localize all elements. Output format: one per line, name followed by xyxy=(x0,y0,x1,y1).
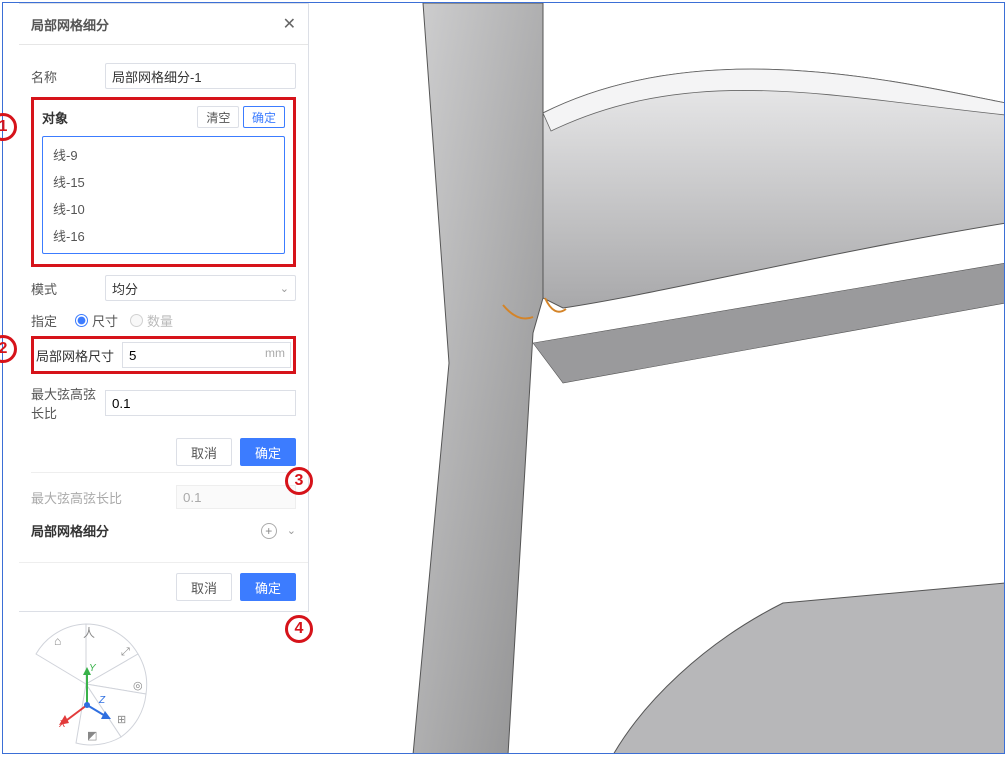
name-label: 名称 xyxy=(31,67,105,86)
chord-input[interactable] xyxy=(105,390,296,416)
specify-row: 指定 尺寸 数量 xyxy=(31,311,296,330)
object-list[interactable]: 线-9 线-15 线-10 线-16 xyxy=(42,136,285,254)
list-item[interactable]: 线-16 xyxy=(43,222,284,249)
bottom-buttons: 取消 确定 xyxy=(19,562,308,611)
sub-section-row: 局部网格细分 + ⌄ xyxy=(31,515,296,546)
chord-row: 最大弦高弦长比 xyxy=(31,384,296,422)
axis-y-label: Y xyxy=(89,663,96,674)
list-item[interactable]: 线-15 xyxy=(43,168,284,195)
mode-select[interactable]: 均分 ⌄ xyxy=(105,275,296,301)
radio-count-input xyxy=(130,314,143,327)
ghost-chord-input xyxy=(176,485,296,509)
radio-size-label: 尺寸 xyxy=(92,311,118,330)
unit-label: mm xyxy=(265,346,285,360)
chevron-down-icon[interactable]: ⌄ xyxy=(287,524,296,537)
dialog-buttons: 取消 确定 xyxy=(31,438,296,466)
local-size-row: 局部网格尺寸 mm xyxy=(36,342,291,368)
panel-title: 局部网格细分 xyxy=(31,15,109,34)
local-size-label: 局部网格尺寸 xyxy=(36,346,122,365)
annotation-4: 4 xyxy=(285,615,313,643)
panel-body: 名称 对象 清空 确定 线-9 线-15 线-10 线-16 xyxy=(19,45,308,556)
add-icon[interactable]: + xyxy=(261,523,277,539)
axis-triad: Y X Z xyxy=(59,665,129,738)
name-input[interactable] xyxy=(105,63,296,89)
object-ok-button[interactable]: 确定 xyxy=(243,106,285,128)
chevron-down-icon: ⌄ xyxy=(280,282,289,295)
mode-row: 模式 均分 ⌄ xyxy=(31,275,296,301)
ghost-chord-row: 最大弦高弦长比 xyxy=(31,479,296,515)
local-size-highlight: 局部网格尺寸 mm xyxy=(31,336,296,374)
outer-cancel-button[interactable]: 取消 xyxy=(176,573,232,601)
sub-panel: 最大弦高弦长比 局部网格细分 + ⌄ xyxy=(31,472,296,546)
cancel-button[interactable]: 取消 xyxy=(176,438,232,466)
panel-header: 局部网格细分 ✕ xyxy=(19,4,308,45)
annotation-3: 3 xyxy=(285,467,313,495)
svg-text:⌂: ⌂ xyxy=(54,634,61,648)
object-title: 对象 xyxy=(42,108,68,127)
axis-z-label: Z xyxy=(99,695,105,706)
mode-value: 均分 xyxy=(112,279,138,298)
ok-button[interactable]: 确定 xyxy=(240,438,296,466)
specify-label: 指定 xyxy=(31,311,63,330)
sub-section-title: 局部网格细分 xyxy=(31,521,109,540)
outer-ok-button[interactable]: 确定 xyxy=(240,573,296,601)
object-header: 对象 清空 确定 xyxy=(42,106,285,128)
radio-size-input[interactable] xyxy=(75,314,88,327)
list-item[interactable]: 线-10 xyxy=(43,195,284,222)
radio-count[interactable]: 数量 xyxy=(130,311,173,330)
app-window: 局部网格细分 ✕ 名称 对象 清空 确定 线-9 xyxy=(2,2,1005,754)
svg-text:◎: ◎ xyxy=(133,680,143,692)
object-section: 对象 清空 确定 线-9 线-15 线-10 线-16 xyxy=(31,97,296,267)
svg-text:⤢: ⤢ xyxy=(121,646,130,658)
radio-size[interactable]: 尺寸 xyxy=(75,311,118,330)
svg-text:人: 人 xyxy=(83,626,95,640)
close-icon[interactable]: ✕ xyxy=(283,14,296,34)
chord-label: 最大弦高弦长比 xyxy=(31,384,105,422)
axis-x-label: X xyxy=(59,719,66,730)
list-item[interactable]: 线-9 xyxy=(43,141,284,168)
view-nav-wheel[interactable]: ⌂ 人 ⤢ ◎ ⊞ ◩ Y X Z xyxy=(21,619,151,749)
radio-count-label: 数量 xyxy=(147,311,173,330)
mode-label: 模式 xyxy=(31,279,105,298)
ghost-chord-label: 最大弦高弦长比 xyxy=(31,488,122,507)
name-row: 名称 xyxy=(31,63,296,89)
clear-button[interactable]: 清空 xyxy=(197,106,239,128)
local-mesh-refine-panel: 局部网格细分 ✕ 名称 对象 清空 确定 线-9 xyxy=(19,3,309,612)
